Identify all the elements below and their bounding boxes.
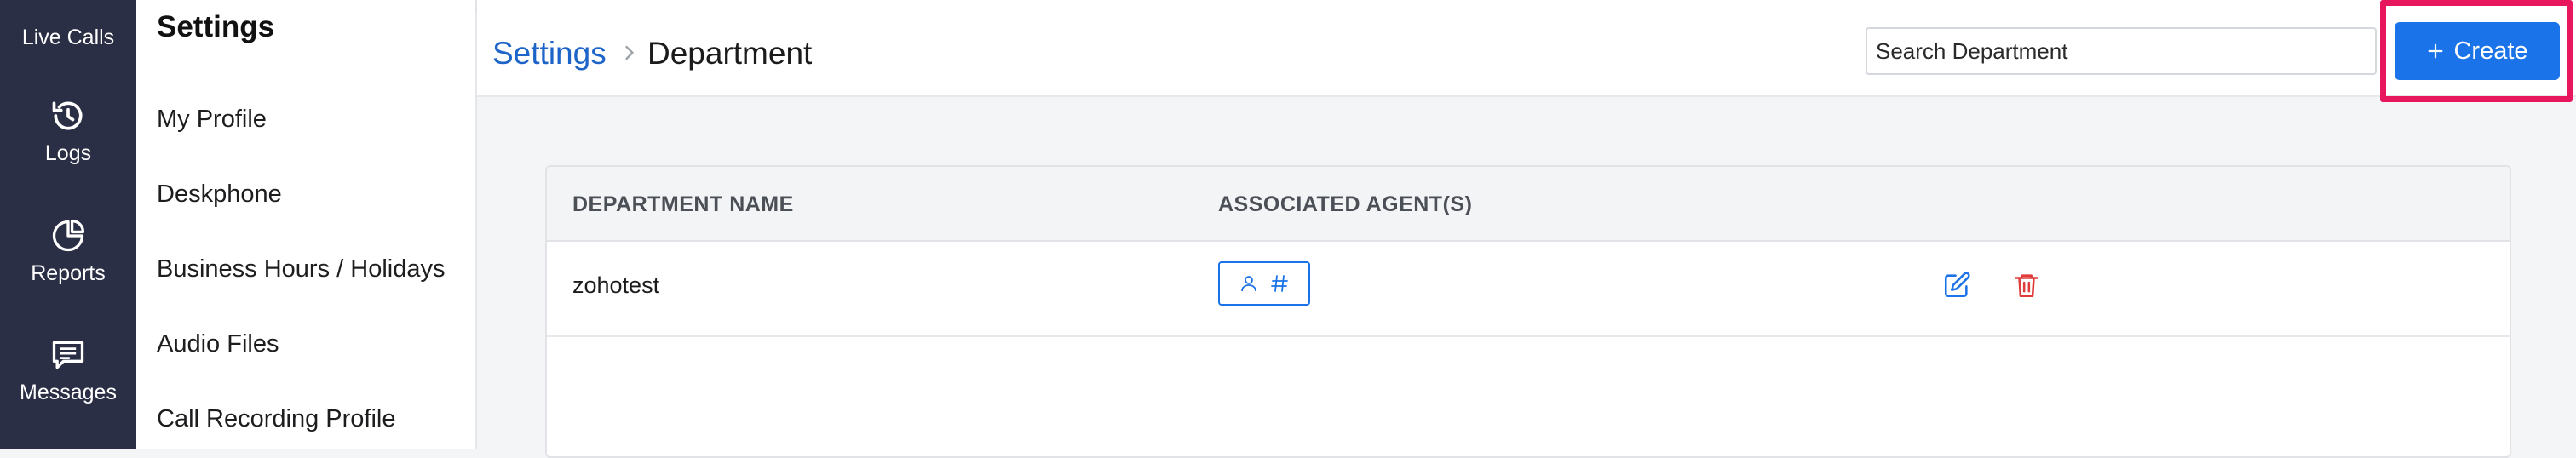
column-header-associated-agents: ASSOCIATED AGENT(S) [1218,192,1473,216]
header-top-strip [477,0,2576,12]
rail-item-label: Reports [31,261,106,285]
chevron-right-icon [625,45,634,60]
breadcrumb-settings-link[interactable]: Settings [492,36,607,72]
message-icon [52,341,84,369]
delete-icon[interactable] [2012,271,2041,300]
settings-item-audio-files[interactable]: Audio Files [157,330,279,358]
rail-item-messages[interactable]: Messages [0,336,136,405]
settings-sidebar: Settings My Profile Deskphone Business H… [136,0,477,449]
create-button-label: Create [2453,37,2528,65]
table-header: DEPARTMENT NAME ASSOCIATED AGENT(S) [547,167,2510,242]
rail-item-label: Logs [44,141,92,165]
rail-item-live-calls[interactable]: Live Calls [0,26,136,50]
pie-chart-icon [52,219,85,252]
department-table: DEPARTMENT NAME ASSOCIATED AGENT(S) zoho… [545,165,2511,458]
history-icon [52,101,83,130]
table-row: zohotest [547,242,2510,337]
app-nav-rail: Live Calls Logs Reports Messages [0,0,136,449]
edit-icon[interactable] [1942,271,1971,300]
settings-item-my-profile[interactable]: My Profile [157,106,267,134]
settings-title: Settings [157,10,275,43]
create-button[interactable]: Create [2395,22,2560,80]
department-name-cell: zohotest [572,272,660,298]
hash-icon [1271,275,1288,292]
page-header: Settings Department [477,12,2576,97]
rail-item-reports[interactable]: Reports [0,217,136,286]
settings-item-business-hours[interactable]: Business Hours / Holidays [157,255,445,283]
plus-icon [2429,43,2443,59]
rail-item-label: Live Calls [21,26,115,49]
user-icon [1241,276,1256,292]
search-department-input[interactable] [1866,27,2377,75]
settings-item-deskphone[interactable]: Deskphone [157,180,282,209]
rail-item-label: Messages [20,381,117,404]
rail-item-logs[interactable]: Logs [0,97,136,166]
settings-item-call-recording-profile[interactable]: Call Recording Profile [157,405,395,433]
column-header-department-name: DEPARTMENT NAME [572,192,794,216]
associated-agents-button[interactable] [1218,261,1310,306]
page-title: Department [647,36,813,71]
